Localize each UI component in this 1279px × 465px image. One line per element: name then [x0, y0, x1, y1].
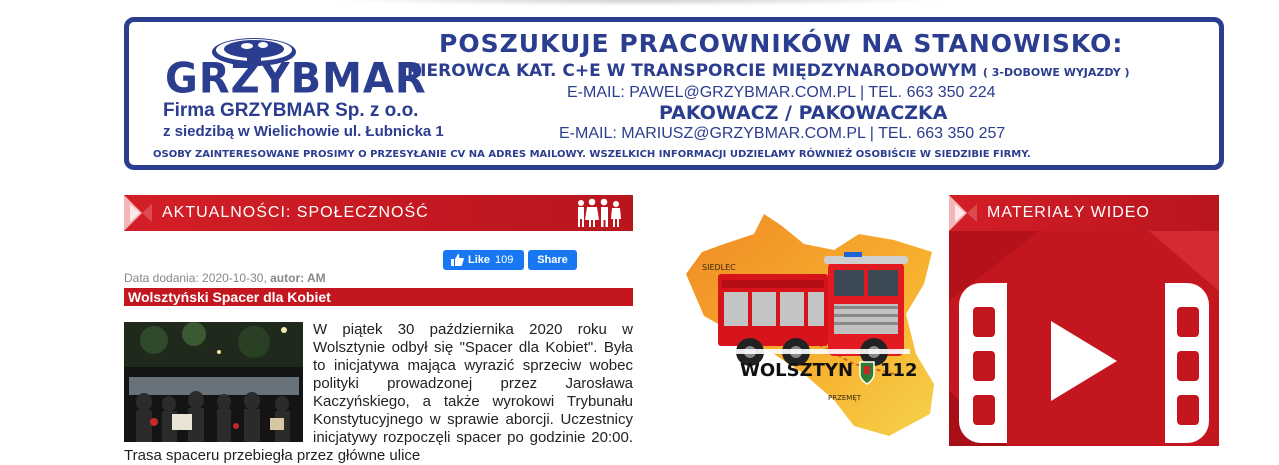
- news-section-title: AKTUALNOŚCI: SPOŁECZNOŚĆ: [162, 204, 429, 221]
- job-offer-driver-contact[interactable]: E-MAIL: PAWEL@GRZYBMAR.COM.PL | TEL. 663…: [567, 84, 996, 102]
- job-offer-driver-note: ( 3-DOBOWE WYJAZDY ): [982, 66, 1130, 79]
- job-ad-banner[interactable]: GRZYBMAR Firma GRZYBMAR Sp. z o.o. z sie…: [124, 17, 1224, 170]
- fire-truck-map-image: SIEDLEC WOLSZTYN 112 PRZEMĘT: [686, 214, 934, 436]
- article-author: autor: AM: [270, 271, 326, 285]
- facebook-like-button[interactable]: Like 109: [443, 250, 524, 270]
- news-section-header[interactable]: AKTUALNOŚCI: SPOŁECZNOŚĆ: [124, 195, 633, 231]
- main-graphic-text: WOLSZTYN: [740, 360, 853, 381]
- ad-headline: POSZUKUJE PRACOWNIKÓW NA STANOWISKO:: [439, 29, 1124, 58]
- video-panel[interactable]: [949, 231, 1219, 446]
- job-offer-driver: KIEROWCA KAT. C+E W TRANSPORCIE MIĘDZYNA…: [407, 61, 1130, 81]
- firm-name: Firma GRZYBMAR Sp. z o.o.: [163, 100, 419, 121]
- place-label-bottom: PRZEMĘT: [828, 394, 862, 402]
- firm-address: z siedzibą w Wielichowie ul. Łubnicka 1: [163, 123, 444, 140]
- article-meta: Data dodania: 2020-10-30, autor: AM: [124, 271, 326, 285]
- ad-footer-note: OSOBY ZAINTERESOWANE PROSIMY O PRZESYŁAN…: [153, 149, 1031, 160]
- thumbs-up-icon: [451, 254, 464, 266]
- like-label: Like: [468, 254, 491, 266]
- grzybmar-logo: GRZYBMAR: [159, 30, 426, 110]
- emergency-number: 112: [880, 360, 918, 381]
- section-triangle-icon: [124, 195, 152, 231]
- section-triangle-icon: [949, 195, 977, 231]
- video-play-icon: [949, 231, 1219, 446]
- article-date: Data dodania: 2020-10-30,: [124, 271, 271, 285]
- article-title[interactable]: Wolsztyński Spacer dla Kobiet: [124, 288, 633, 306]
- place-label-top: SIEDLEC: [702, 263, 736, 272]
- coat-of-arms-icon: [859, 361, 875, 385]
- facebook-share-button[interactable]: Share: [528, 250, 577, 270]
- wolsztyn-112-graphic[interactable]: SIEDLEC WOLSZTYN 112 PRZEMĘT: [684, 204, 942, 436]
- video-section-title: MATERIAŁY WIDEO: [987, 204, 1150, 221]
- top-shadow: [330, 0, 950, 6]
- like-count: 109: [495, 254, 514, 266]
- job-offer-driver-title: KIEROWCA KAT. C+E W TRANSPORCIE MIĘDZYNA…: [407, 61, 977, 81]
- job-offer-packer: PAKOWACZ / PAKOWACZKA: [659, 102, 948, 124]
- people-icon: [578, 198, 621, 227]
- video-section-header[interactable]: MATERIAŁY WIDEO: [949, 195, 1219, 231]
- logo-text: GRZYBMAR: [165, 54, 427, 104]
- job-offer-packer-contact[interactable]: E-MAIL: MARIUSZ@GRZYBMAR.COM.PL | TEL. 6…: [559, 125, 1005, 143]
- photo-spacer: [124, 321, 313, 443]
- article-body: W piątek 30 października 2020 roku w Wol…: [124, 321, 633, 465]
